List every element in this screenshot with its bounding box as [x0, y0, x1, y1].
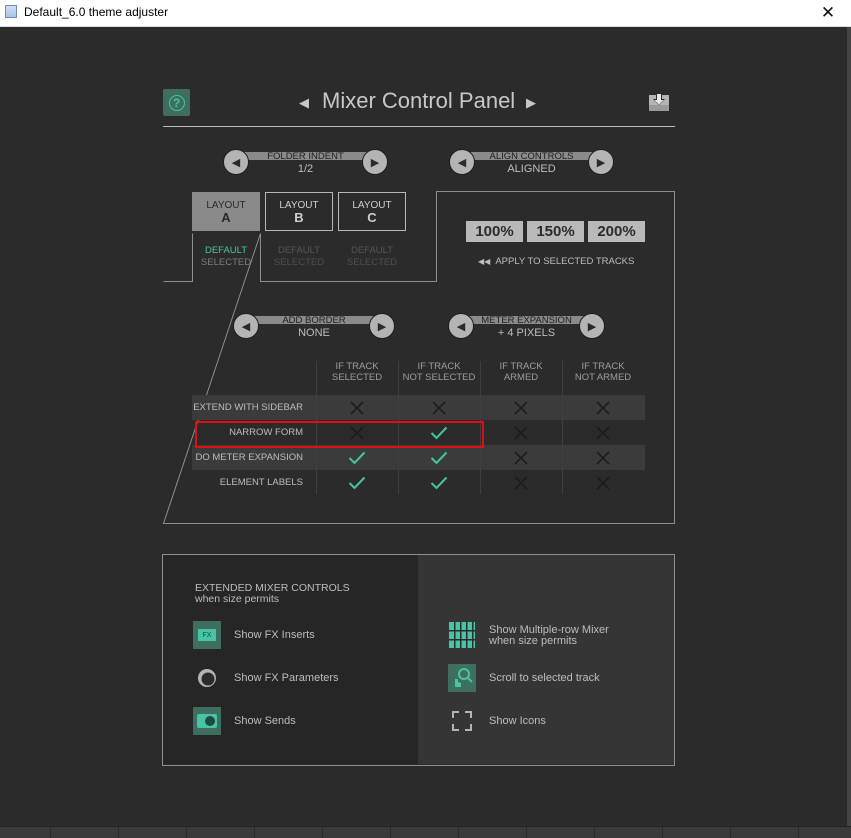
cross-icon[interactable]: [480, 420, 562, 445]
cross-icon[interactable]: [316, 395, 398, 420]
multirow-mixer-line2: when size permits: [489, 635, 578, 647]
add-border-spinner[interactable]: ADD BORDER NONE ◀ ▶: [233, 313, 395, 339]
sends-icon-graphic: [197, 714, 217, 728]
column-header-line2: NOT SELECTED: [402, 372, 476, 383]
extended-controls-heading: EXTENDED MIXER CONTROLS when size permit…: [195, 583, 350, 605]
apply-label: APPLY TO SELECTED TRACKS: [495, 256, 635, 267]
meter-expansion-label: METER EXPANSION: [481, 315, 572, 326]
scroll-to-track-icon[interactable]: [448, 664, 476, 692]
fx-inserts-icon[interactable]: FX: [193, 621, 221, 649]
fx-inserts-icon-text: FX: [198, 629, 216, 641]
matrix-row-extend-with-sidebar: EXTEND WITH SIDEBAR: [192, 395, 645, 420]
add-border-value: NONE: [298, 327, 330, 339]
cross-icon[interactable]: [562, 420, 644, 445]
show-sends-label[interactable]: Show Sends: [234, 716, 296, 727]
cross-icon[interactable]: [562, 470, 644, 495]
add-border-increase-button[interactable]: ▶: [369, 313, 395, 339]
column-header-line1: IF TRACK: [417, 361, 461, 372]
show-fx-inserts-label[interactable]: Show FX Inserts: [234, 630, 315, 641]
layout-c-default: DEFAULT: [350, 245, 394, 256]
column-header-line2: SELECTED: [331, 372, 383, 383]
check-icon[interactable]: [316, 470, 398, 495]
sends-icon[interactable]: [193, 707, 221, 735]
layout-c-selected: SELECTED: [346, 257, 398, 268]
meter-expansion-decrease-button[interactable]: ◀: [448, 313, 474, 339]
row-label: ELEMENT LABELS: [219, 477, 303, 488]
extended-controls-subtitle: when size permits: [195, 593, 280, 605]
cross-icon[interactable]: [480, 445, 562, 470]
column-header-line1: IF TRACK: [581, 361, 625, 372]
scale-100-button[interactable]: 100%: [466, 221, 523, 242]
scale-150-button[interactable]: 150%: [527, 221, 584, 242]
bottom-track-strip: [0, 826, 851, 838]
show-icons-graphic: [452, 711, 472, 731]
show-icons-label[interactable]: Show Icons: [489, 716, 546, 727]
column-header-line2: NOT ARMED: [574, 372, 632, 383]
add-border-decrease-button[interactable]: ◀: [233, 313, 259, 339]
column-divider: [562, 361, 563, 494]
column-header-armed: IF TRACK ARMED: [480, 361, 562, 383]
row-label: EXTEND WITH SIDEBAR: [193, 402, 303, 413]
column-header-line1: IF TRACK: [335, 361, 379, 372]
show-fx-parameters-label[interactable]: Show FX Parameters: [234, 673, 339, 684]
check-icon[interactable]: [398, 470, 480, 495]
show-multirow-mixer-label[interactable]: Show Multiple-row Mixer when size permit…: [489, 625, 609, 647]
layout-tab-b-letter: B: [294, 210, 304, 225]
layout-b-selected: SELECTED: [273, 257, 325, 268]
column-header-line2: ARMED: [503, 372, 539, 383]
column-header-line1: IF TRACK: [499, 361, 543, 372]
cross-icon[interactable]: [562, 395, 644, 420]
narrow-form-highlight: [195, 421, 484, 448]
scroll-to-track-graphic: [455, 668, 473, 687]
layout-b-default: DEFAULT: [277, 245, 321, 256]
meter-expansion-value: + 4 PIXELS: [497, 327, 556, 339]
check-icon[interactable]: [398, 445, 480, 470]
column-header-not-selected: IF TRACK NOT SELECTED: [398, 361, 480, 383]
fx-parameters-knob: [198, 669, 216, 687]
fx-parameters-icon[interactable]: [193, 664, 221, 692]
cross-icon[interactable]: [398, 395, 480, 420]
layout-a-status[interactable]: DEFAULT SELECTED: [189, 245, 263, 269]
cross-icon[interactable]: [562, 445, 644, 470]
scale-200-button[interactable]: 200%: [588, 221, 645, 242]
layout-tab-a[interactable]: LAYOUT A: [192, 192, 260, 231]
multirow-mixer-graphic: [449, 622, 475, 648]
meter-expansion-increase-button[interactable]: ▶: [579, 313, 605, 339]
cross-icon[interactable]: [480, 395, 562, 420]
layout-b-status[interactable]: DEFAULT SELECTED: [262, 245, 336, 269]
row-label: DO METER EXPANSION: [195, 452, 303, 463]
cross-icon[interactable]: [480, 470, 562, 495]
layout-tab-c[interactable]: LAYOUT C: [338, 192, 406, 231]
column-header-not-armed: IF TRACK NOT ARMED: [562, 361, 644, 383]
layout-a-default: DEFAULT: [204, 245, 248, 256]
layout-tab-c-letter: C: [367, 210, 377, 225]
check-icon[interactable]: [316, 445, 398, 470]
multirow-mixer-icon[interactable]: [448, 621, 476, 649]
layout-tab-a-letter: A: [221, 210, 231, 225]
scroll-to-selected-track-label[interactable]: Scroll to selected track: [489, 673, 600, 684]
apply-to-selected-tracks[interactable]: ◀◀ APPLY TO SELECTED TRACKS: [478, 256, 634, 267]
show-icons-icon[interactable]: [448, 707, 476, 735]
rewind-icon: ◀◀: [478, 257, 491, 266]
matrix-row-do-meter-expansion: DO METER EXPANSION: [192, 445, 645, 470]
column-header-selected: IF TRACK SELECTED: [316, 361, 398, 383]
layout-a-selected: SELECTED: [200, 257, 252, 268]
add-border-label: ADD BORDER: [282, 315, 346, 326]
matrix-row-element-labels: ELEMENT LABELS: [192, 470, 645, 495]
meter-expansion-spinner[interactable]: METER EXPANSION + 4 PIXELS ◀ ▶: [448, 313, 605, 339]
layout-tab-b[interactable]: LAYOUT B: [265, 192, 333, 231]
layout-c-status[interactable]: DEFAULT SELECTED: [335, 245, 409, 269]
